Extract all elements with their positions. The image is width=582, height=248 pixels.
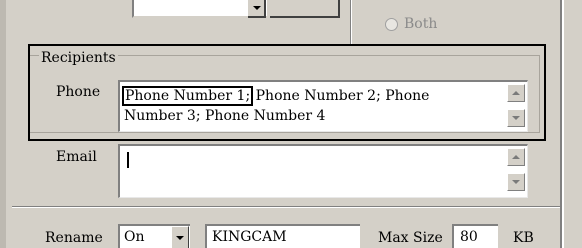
- phone-text-line2: Number 3; Phone Number 4: [124, 108, 326, 124]
- max-size-value: 80: [460, 229, 478, 245]
- phone-selected-entry[interactable]: Phone Number 1;: [121, 86, 254, 106]
- top-action-button[interactable]: [270, 0, 340, 18]
- email-scroll-down-button[interactable]: [507, 173, 525, 191]
- rename-label: Rename: [45, 230, 103, 246]
- rename-name-value: KINGCAM: [212, 229, 287, 245]
- group-divider: [350, 0, 352, 46]
- phone-text-line1: Phone Number 2; Phone: [251, 88, 430, 104]
- phone-textarea-content[interactable]: Phone Number 1; Phone Number 2; Phone Nu…: [121, 86, 504, 126]
- radio-both[interactable]: [385, 18, 398, 31]
- chevron-down-icon: [176, 236, 184, 240]
- window-left-frame: [0, 0, 6, 248]
- email-label: Email: [56, 149, 97, 165]
- max-size-unit-label: KB: [513, 230, 534, 246]
- radio-both-label: Both: [404, 16, 438, 32]
- window-right-margin: [564, 0, 582, 248]
- top-dropdown-field[interactable]: [132, 0, 267, 18]
- chevron-down-icon: [253, 6, 261, 10]
- phone-scroll-up-button[interactable]: [507, 84, 525, 102]
- recipients-group-label: Recipients: [39, 50, 118, 66]
- rename-select-value: On: [124, 229, 145, 245]
- phone-scroll-down-button[interactable]: [507, 109, 525, 127]
- text-cursor: [127, 152, 129, 168]
- email-scroll-up-button[interactable]: [507, 148, 525, 166]
- max-size-label: Max Size: [378, 230, 443, 246]
- phone-label: Phone: [56, 84, 101, 100]
- separator-highlight: [12, 207, 560, 208]
- email-textarea[interactable]: [118, 144, 528, 198]
